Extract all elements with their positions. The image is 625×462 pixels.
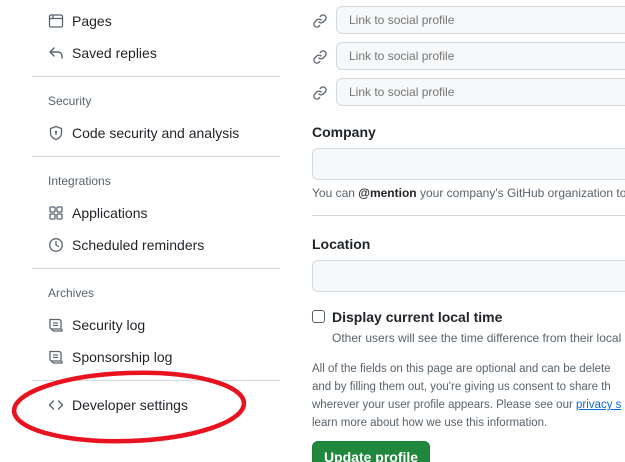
disclaimer-text: wherever your user profile appears. Plea… — [312, 399, 577, 411]
link-icon — [312, 49, 328, 65]
sidebar-item-developer-settings[interactable]: Developer settings — [32, 389, 280, 421]
code-icon — [48, 397, 64, 413]
sidebar-item-saved-replies[interactable]: Saved replies — [32, 37, 280, 69]
section-heading-archives: Archives — [48, 286, 95, 300]
link-icon — [312, 85, 328, 101]
sidebar-item-scheduled-reminders[interactable]: Scheduled reminders — [32, 229, 280, 261]
local-time-label[interactable]: Display current local time — [332, 309, 502, 325]
disclaimer-line: learn more about how we use this informa… — [312, 417, 548, 429]
sidebar-item-pages[interactable]: Pages — [32, 5, 280, 37]
settings-sidebar: Pages Saved replies Security Code securi… — [32, 0, 280, 462]
section-heading-integrations: Integrations — [48, 174, 111, 188]
social-link-input[interactable] — [336, 6, 625, 34]
sidebar-item-label: Sponsorship log — [72, 349, 173, 365]
company-help-prefix: You can — [312, 186, 359, 200]
sidebar-item-label: Code security and analysis — [72, 125, 240, 141]
privacy-statement-link[interactable]: privacy s — [576, 399, 621, 411]
shield-lock-icon — [48, 125, 64, 141]
company-help-suffix: your company's GitHub organization to — [416, 186, 625, 200]
sidebar-item-applications[interactable]: Applications — [32, 197, 280, 229]
local-time-checkbox[interactable] — [312, 310, 325, 323]
company-help-text: You can @mention your company's GitHub o… — [312, 186, 625, 200]
sidebar-item-label: Developer settings — [72, 397, 188, 413]
location-label: Location — [312, 236, 371, 252]
browser-icon — [48, 13, 64, 29]
profile-form: Company You can @mention your company's … — [312, 0, 625, 462]
log-icon — [48, 349, 64, 365]
link-icon — [312, 13, 328, 29]
social-link-input[interactable] — [336, 78, 625, 106]
sidebar-item-sponsorship-log[interactable]: Sponsorship log — [32, 341, 280, 373]
section-divider — [312, 215, 625, 216]
apps-icon — [48, 205, 64, 221]
clock-icon — [48, 237, 64, 253]
mention-keyword: @mention — [358, 186, 417, 200]
company-input[interactable] — [312, 148, 625, 180]
section-heading-security: Security — [48, 94, 92, 108]
company-label: Company — [312, 124, 376, 140]
sidebar-item-label: Saved replies — [72, 45, 157, 61]
disclaimer-line: wherever your user profile appears. Plea… — [312, 399, 621, 411]
social-link-row — [312, 6, 625, 36]
reply-icon — [48, 45, 64, 61]
log-icon — [48, 317, 64, 333]
location-input[interactable] — [312, 260, 625, 292]
sidebar-divider — [32, 156, 280, 157]
sidebar-item-security-log[interactable]: Security log — [32, 309, 280, 341]
social-link-row — [312, 78, 625, 108]
update-profile-button[interactable]: Update profile — [312, 441, 430, 462]
sidebar-item-label: Applications — [72, 205, 148, 221]
disclaimer-line: All of the fields on this page are optio… — [312, 363, 611, 375]
social-link-row — [312, 42, 625, 72]
sidebar-item-label: Security log — [72, 317, 146, 333]
sidebar-divider — [32, 268, 280, 269]
sidebar-divider — [32, 76, 280, 77]
sidebar-divider — [32, 380, 280, 381]
disclaimer-line: and by filling them out, you're giving u… — [312, 381, 611, 393]
sidebar-item-label: Scheduled reminders — [72, 237, 205, 253]
sidebar-item-label: Pages — [72, 13, 112, 29]
social-link-input[interactable] — [336, 42, 625, 70]
sidebar-item-code-security[interactable]: Code security and analysis — [32, 117, 280, 149]
local-time-description: Other users will see the time difference… — [332, 331, 622, 345]
